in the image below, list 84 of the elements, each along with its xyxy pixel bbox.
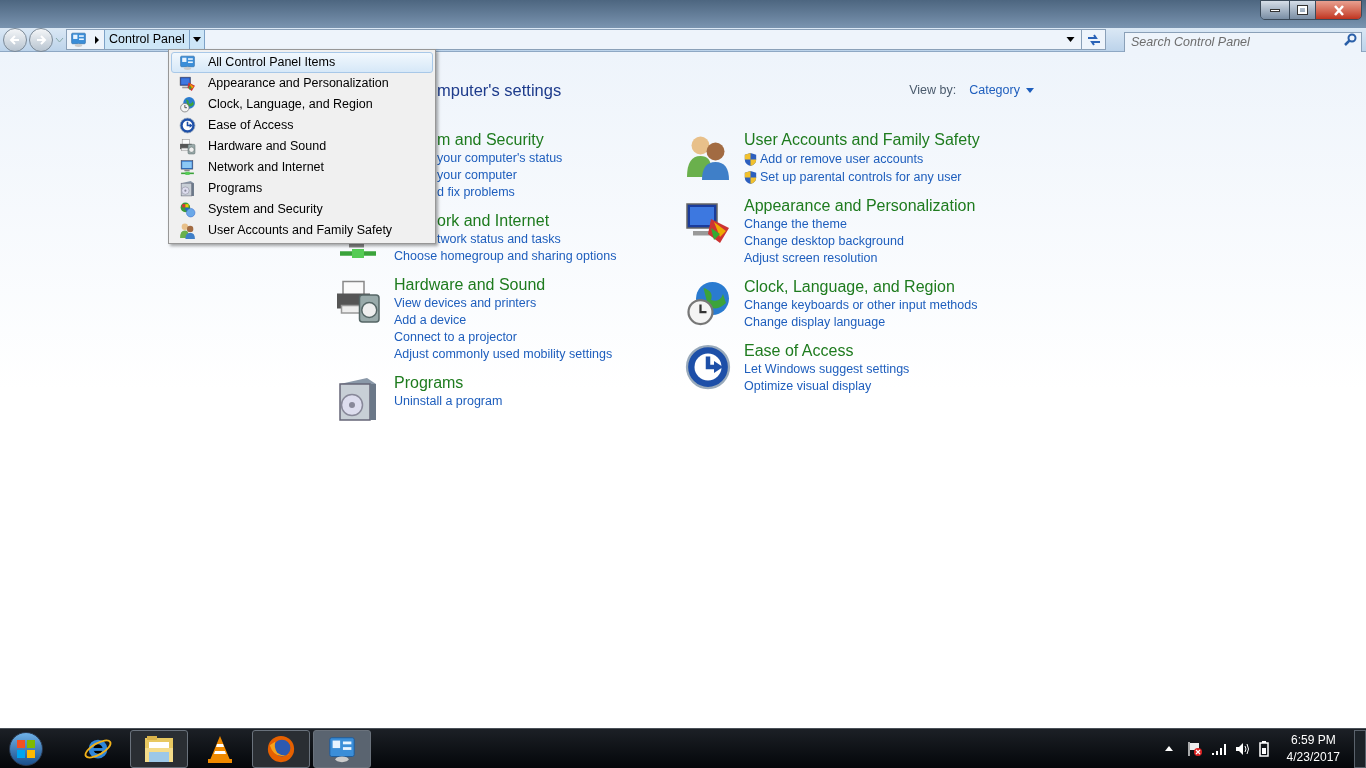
signal-bars-icon[interactable] <box>1210 742 1227 755</box>
category-link[interactable]: m and Security <box>437 130 544 150</box>
task-link[interactable]: Add a device <box>394 312 467 329</box>
control-panel-icon <box>70 31 87 48</box>
menu-item[interactable]: Clock, Language, and Region <box>171 94 433 115</box>
globe-clock-icon <box>178 96 196 113</box>
address-field[interactable]: Control Panel <box>66 29 1082 50</box>
caret-icon <box>192 37 201 42</box>
view-by-dropdown[interactable]: Category <box>969 80 1034 100</box>
shield-icon <box>744 151 757 167</box>
task-link[interactable]: Change keyboards or other input methods <box>744 297 978 314</box>
task-link[interactable]: Choose homegroup and sharing options <box>394 248 617 265</box>
refresh-arrows-icon <box>1086 33 1101 46</box>
battery-icon[interactable] <box>1258 740 1269 757</box>
windows-logo-icon <box>16 738 36 759</box>
task-link[interactable]: Set up parental controls for any user <box>760 168 962 186</box>
category-link[interactable]: Clock, Language, and Region <box>744 277 955 297</box>
folder-icon <box>143 733 175 764</box>
task-link[interactable]: Connect to a projector <box>394 329 517 346</box>
globe-clock-icon <box>684 279 732 327</box>
page-heading: mputer's settings <box>437 79 562 101</box>
clock-time: 6:59 PM <box>1290 731 1336 749</box>
menu-item[interactable]: All Control Panel Items <box>171 52 433 73</box>
program-box-icon <box>178 180 196 197</box>
restore-button[interactable] <box>1289 1 1315 19</box>
menu-item[interactable]: Appearance and Personalization <box>171 73 433 94</box>
menu-item[interactable]: Network and Internet <box>171 157 433 178</box>
control-panel-icon <box>178 54 196 71</box>
breadcrumb-arrow-icon[interactable] <box>94 35 100 44</box>
taskbar-button[interactable] <box>313 729 371 768</box>
caret-icon[interactable] <box>1066 37 1075 42</box>
forward-arrow-icon <box>35 33 47 46</box>
flag-error-icon[interactable] <box>1186 740 1203 757</box>
taskbar-button[interactable] <box>252 729 310 768</box>
shield-icon <box>744 169 757 185</box>
show-desktop-button[interactable] <box>1354 729 1366 768</box>
task-link[interactable]: your computer's status <box>437 150 563 167</box>
category-link[interactable]: ork and Internet <box>437 211 550 231</box>
task-link[interactable]: d fix problems <box>437 184 515 201</box>
start-button[interactable] <box>9 731 43 766</box>
clock[interactable]: 6:59 PM 4/23/2017 <box>1286 731 1340 766</box>
back-button[interactable] <box>3 27 27 52</box>
task-link[interactable]: Let Windows suggest settings <box>744 361 910 378</box>
forward-button[interactable] <box>29 27 53 52</box>
clock-date: 4/23/2017 <box>1286 748 1340 766</box>
task-link[interactable]: Adjust screen resolution <box>744 250 878 267</box>
task-link[interactable]: View devices and printers <box>394 295 537 312</box>
menu-item[interactable]: Hardware and Sound <box>171 136 433 157</box>
task-link[interactable]: twork status and tasks <box>437 231 561 248</box>
close-button[interactable] <box>1315 1 1361 19</box>
menu-item[interactable]: Programs <box>171 178 433 199</box>
ease-of-access-icon <box>684 343 732 391</box>
monitor-palette-icon <box>178 75 196 92</box>
category-link[interactable]: Appearance and Personalization <box>744 196 976 216</box>
task-link[interactable]: Adjust commonly used mobility settings <box>394 346 613 363</box>
task-link[interactable]: Add or remove user accounts <box>760 150 924 168</box>
task-link[interactable]: Change desktop background <box>744 233 904 250</box>
taskbar-button[interactable] <box>130 729 188 768</box>
search-icon <box>1344 33 1357 46</box>
menu-item[interactable]: System and Security <box>171 199 433 220</box>
category-link[interactable]: Programs <box>394 373 464 393</box>
ease-of-access-icon <box>178 117 196 134</box>
back-arrow-icon <box>9 33 21 46</box>
speaker-icon[interactable] <box>1234 741 1251 756</box>
task-link[interactable]: Change display language <box>744 314 886 331</box>
view-by-label: View by: <box>909 81 957 99</box>
menu-item[interactable]: Ease of Access <box>171 115 433 136</box>
category-link[interactable]: Ease of Access <box>744 341 854 361</box>
refresh-button[interactable] <box>1082 29 1106 50</box>
caret-icon <box>1025 87 1034 93</box>
printer-speaker-icon <box>178 138 196 155</box>
task-link[interactable]: Change the theme <box>744 216 847 233</box>
task-link[interactable]: your computer <box>437 167 517 184</box>
task-link[interactable]: Uninstall a program <box>394 393 503 410</box>
task-link[interactable]: Optimize visual display <box>744 378 872 395</box>
menu-item[interactable]: User Accounts and Family Safety <box>171 220 433 241</box>
minimize-button[interactable] <box>1261 1 1289 19</box>
category-link[interactable]: Hardware and Sound <box>394 275 546 295</box>
two-users-icon <box>178 222 196 239</box>
category-link[interactable]: User Accounts and Family Safety <box>744 130 980 150</box>
breadcrumb-button[interactable]: Control Panel <box>104 30 190 49</box>
search-field[interactable]: Search Control Panel <box>1124 31 1362 53</box>
close-icon <box>1332 4 1345 16</box>
show-hidden-icons-icon[interactable] <box>1164 746 1173 751</box>
